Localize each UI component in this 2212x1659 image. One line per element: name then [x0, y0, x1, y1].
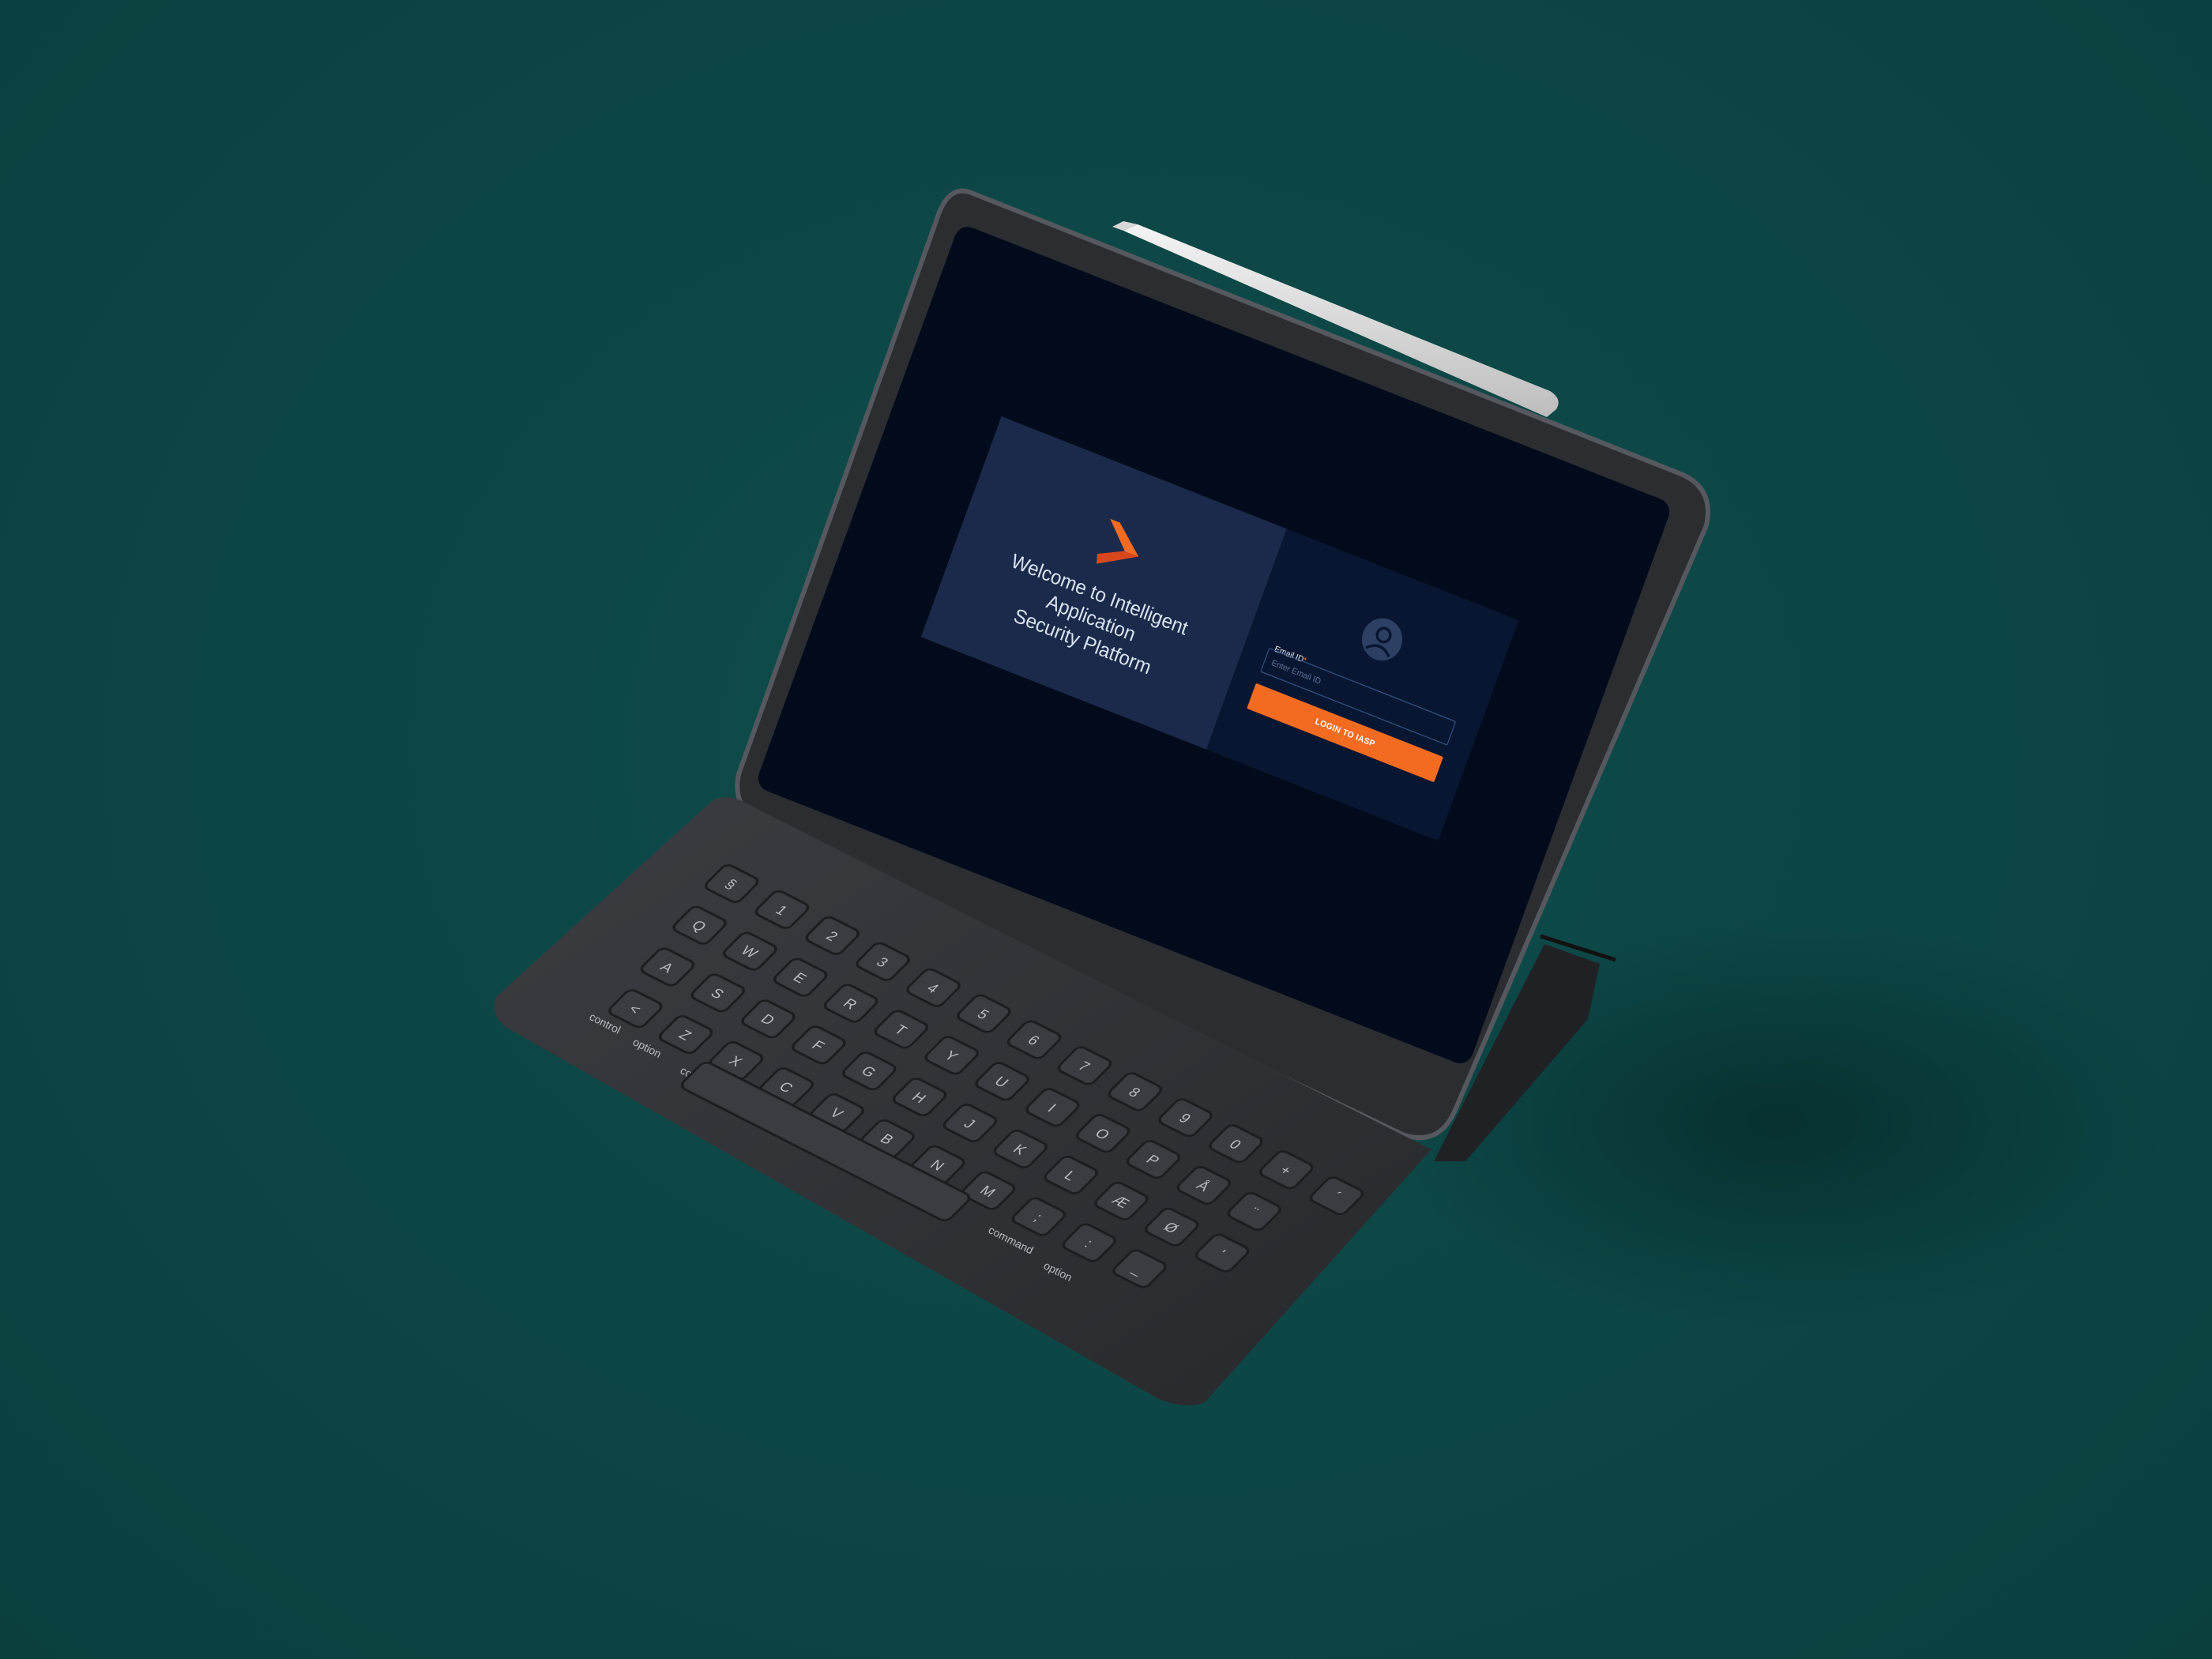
login-card: Welcome to Intelligent Application Secur… — [920, 416, 1519, 841]
scene: § 1 2 3 4 5 6 7 8 9 0 + ´ Q W E R T Y U I O P Å ¨ A S D F G H J K L Æ Ø ' < Z X… — [0, 0, 2212, 1659]
brand-chevron-logo-icon — [1097, 518, 1139, 564]
user-avatar-icon — [1361, 618, 1403, 661]
